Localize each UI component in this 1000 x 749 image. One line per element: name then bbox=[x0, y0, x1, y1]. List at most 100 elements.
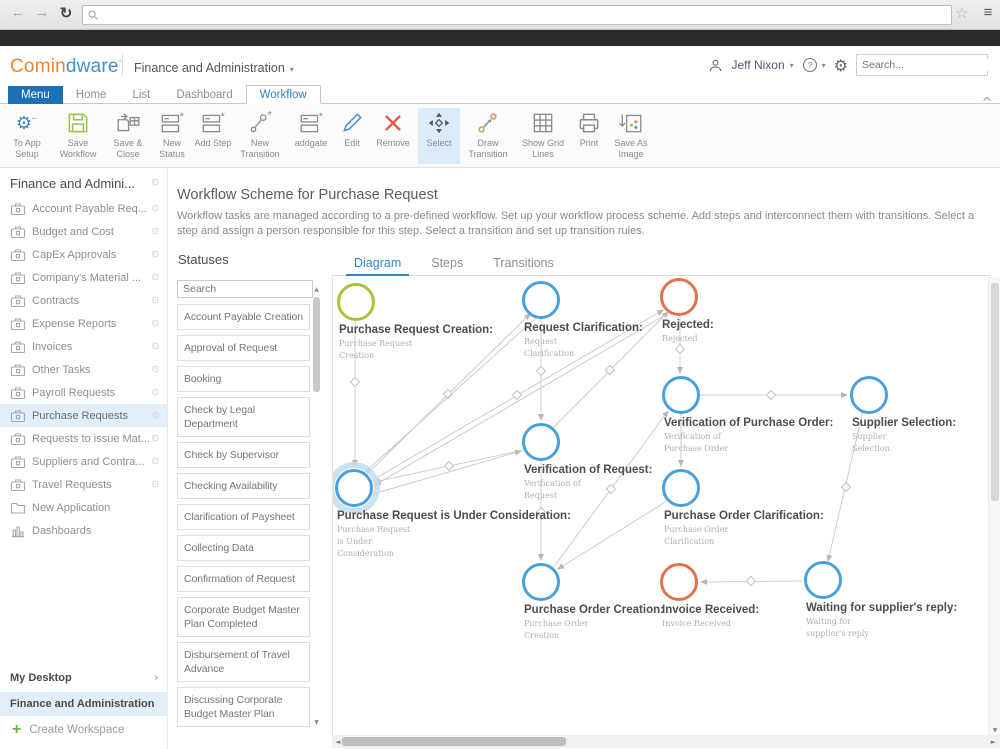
transition-edge-rej-pruc[interactable] bbox=[375, 314, 667, 485]
gear-icon[interactable]: ⚙ bbox=[834, 56, 848, 75]
diagram-vertical-scrollbar[interactable]: ▼ bbox=[988, 277, 1000, 735]
status-item[interactable]: Booking bbox=[177, 366, 310, 392]
gear-icon[interactable]: ⚙ bbox=[151, 479, 160, 490]
scrollbar-thumb[interactable] bbox=[313, 297, 320, 392]
status-item[interactable]: Collecting Data bbox=[177, 535, 310, 561]
addgate-button[interactable]: *addgate bbox=[288, 108, 334, 164]
gear-icon[interactable]: ⚙ bbox=[151, 177, 160, 188]
sidebar-item-purchase-requests[interactable]: Purchase Requests⚙ bbox=[0, 404, 167, 427]
transition-edge-pruc-rc[interactable] bbox=[367, 314, 530, 474]
chevron-down-icon[interactable]: ▾ bbox=[822, 61, 826, 70]
save-as-image-button[interactable]: Save As Image bbox=[608, 108, 654, 164]
transition-midpoint-diamond[interactable] bbox=[537, 367, 546, 376]
sidebar-item-travel-requests[interactable]: Travel Requests⚙ bbox=[0, 473, 167, 496]
workflow-node-ir[interactable]: Invoice Received:Invoice Received bbox=[662, 565, 760, 629]
transition-midpoint-diamond[interactable] bbox=[842, 483, 851, 492]
sidebar-item-suppliers-and-contra[interactable]: Suppliers and Contra...⚙ bbox=[0, 450, 167, 473]
sidebar-item-invoices[interactable]: Invoices⚙ bbox=[0, 335, 167, 358]
gear-icon[interactable]: ⚙ bbox=[151, 318, 160, 329]
scroll-down-icon[interactable]: ▼ bbox=[990, 727, 1000, 734]
scroll-left-icon[interactable]: ◄ bbox=[335, 738, 340, 746]
add-step-button[interactable]: *Add Step bbox=[194, 108, 232, 164]
sidebar-item-account-payable-req[interactable]: Account Payable Req...⚙ bbox=[0, 197, 167, 220]
sidebar-item-company-s-material[interactable]: Company's Material ...⚙ bbox=[0, 266, 167, 289]
transition-edge-poc-pocr[interactable] bbox=[558, 501, 667, 569]
scroll-up-icon[interactable]: ▲ bbox=[312, 286, 321, 293]
edit-button[interactable]: Edit bbox=[336, 108, 368, 164]
sidebar-workspace-title[interactable]: Finance and Admini...⚙ bbox=[0, 168, 167, 197]
diagram-tab-diagram[interactable]: Diagram bbox=[346, 252, 409, 276]
remove-button[interactable]: Remove bbox=[370, 108, 416, 164]
sidebar-item-payroll-requests[interactable]: Payroll Requests⚙ bbox=[0, 381, 167, 404]
statuses-search-input[interactable] bbox=[177, 280, 313, 298]
star-icon[interactable]: ☆ bbox=[952, 4, 972, 22]
gear-icon[interactable]: ⚙ bbox=[151, 203, 160, 214]
save-close-button[interactable]: Save & Close bbox=[106, 108, 150, 164]
sidebar-item-finance-administration[interactable]: Finance and Administration bbox=[0, 692, 168, 716]
workflow-node-poc[interactable]: Purchase Order Clarification:Purchase Or… bbox=[664, 471, 824, 547]
gear-icon[interactable]: ⚙ bbox=[151, 295, 160, 306]
transition-edge-pruc-vr[interactable] bbox=[373, 451, 521, 494]
draw-transition-button[interactable]: Draw Transition bbox=[462, 108, 514, 164]
gear-icon[interactable]: ⚙ bbox=[151, 341, 160, 352]
diagram-tab-steps[interactable]: Steps bbox=[423, 252, 471, 276]
sidebar-item-budget-and-cost[interactable]: Budget and Cost⚙ bbox=[0, 220, 167, 243]
sidebar-item-expense-reports[interactable]: Expense Reports⚙ bbox=[0, 312, 167, 335]
gear-icon[interactable]: ⚙ bbox=[151, 456, 160, 467]
sidebar-item-my-desktop[interactable]: My Desktop› bbox=[0, 666, 168, 690]
workflow-node-ss[interactable]: Supplier Selection:SupplierSelection bbox=[852, 378, 957, 454]
scrollbar-thumb[interactable] bbox=[342, 737, 566, 746]
transition-midpoint-diamond[interactable] bbox=[747, 577, 756, 586]
transition-edge-wsr-ir[interactable] bbox=[701, 577, 802, 586]
transition-midpoint-diamond[interactable] bbox=[445, 462, 454, 471]
hamburger-icon[interactable]: ≡ bbox=[978, 4, 998, 21]
workflow-node-pocr[interactable]: Purchase Order Creation:Purchase OrderCr… bbox=[524, 565, 664, 641]
status-item[interactable]: Checking Availability bbox=[177, 473, 310, 499]
status-item[interactable]: Check by Legal Department bbox=[177, 397, 310, 437]
tab-list[interactable]: List bbox=[119, 86, 163, 105]
workflow-node-prc[interactable]: Purchase Request Creation:Purchase Reque… bbox=[339, 285, 494, 361]
status-item[interactable]: Corporate Budget Master Plan Completed bbox=[177, 597, 310, 637]
status-item[interactable]: Confirmation of Request bbox=[177, 566, 310, 592]
workflow-node-vr[interactable]: Verification of Request:Verification ofR… bbox=[523, 425, 652, 501]
print-button[interactable]: Print bbox=[572, 108, 606, 164]
workflow-node-rej[interactable]: Rejected:Rejected bbox=[662, 280, 714, 344]
status-item[interactable]: Approval of Request bbox=[177, 335, 310, 361]
gear-icon[interactable]: ⚙ bbox=[151, 410, 160, 421]
transition-midpoint-diamond[interactable] bbox=[676, 345, 685, 354]
transition-midpoint-diamond[interactable] bbox=[767, 391, 776, 400]
chevron-down-icon[interactable]: ▾ bbox=[790, 61, 794, 70]
scrollbar-thumb[interactable] bbox=[991, 283, 999, 501]
search-input[interactable] bbox=[862, 59, 997, 71]
gear-icon[interactable]: ⚙ bbox=[151, 272, 160, 283]
workflow-node-vpo[interactable]: Verification of Purchase Order:Verificat… bbox=[663, 378, 833, 454]
workspace-selector[interactable]: Finance and Administration▾ bbox=[134, 61, 294, 75]
gear-icon[interactable]: ⚙ bbox=[151, 226, 160, 237]
sidebar-item-contracts[interactable]: Contracts⚙ bbox=[0, 289, 167, 312]
tab-dashboard[interactable]: Dashboard bbox=[163, 86, 245, 105]
gear-icon[interactable]: ⚙ bbox=[151, 249, 160, 260]
create-workspace-button[interactable]: +Create Workspace bbox=[0, 718, 168, 742]
transition-edge-pocr-vpo[interactable] bbox=[553, 411, 668, 568]
status-item[interactable]: Disbursement of Travel Advance bbox=[177, 642, 310, 682]
transition-midpoint-diamond[interactable] bbox=[351, 378, 360, 387]
new-transition-button[interactable]: *New Transition bbox=[234, 108, 286, 164]
select-button[interactable]: Select bbox=[418, 108, 460, 164]
workflow-node-wsr[interactable]: Waiting for supplier's reply:Waiting for… bbox=[806, 563, 958, 639]
status-item[interactable]: Clarification of Paysheet bbox=[177, 504, 310, 530]
transition-midpoint-diamond[interactable] bbox=[513, 391, 522, 400]
transition-midpoint-diamond[interactable] bbox=[607, 485, 616, 494]
show-grid-lines-button[interactable]: Show Grid Lines bbox=[516, 108, 570, 164]
url-input[interactable] bbox=[99, 9, 951, 21]
status-item[interactable]: Discussing Corporate Budget Master Plan bbox=[177, 687, 310, 727]
workflow-diagram[interactable]: Purchase Request Creation:Purchase Reque… bbox=[332, 276, 988, 735]
status-item[interactable]: Check by Supervisor bbox=[177, 442, 310, 468]
scroll-down-icon[interactable]: ▼ bbox=[312, 719, 321, 726]
sidebar-item-dashboards[interactable]: Dashboards bbox=[0, 519, 167, 542]
gear-icon[interactable]: ⚙ bbox=[151, 364, 160, 375]
gear-icon[interactable]: ⚙ bbox=[151, 387, 160, 398]
sidebar-item-other-tasks[interactable]: Other Tasks⚙ bbox=[0, 358, 167, 381]
refresh-icon[interactable]: ↻ bbox=[56, 4, 76, 22]
forward-arrow-icon[interactable]: → bbox=[32, 4, 52, 21]
user-menu[interactable]: Jeff Nixon bbox=[731, 58, 784, 72]
